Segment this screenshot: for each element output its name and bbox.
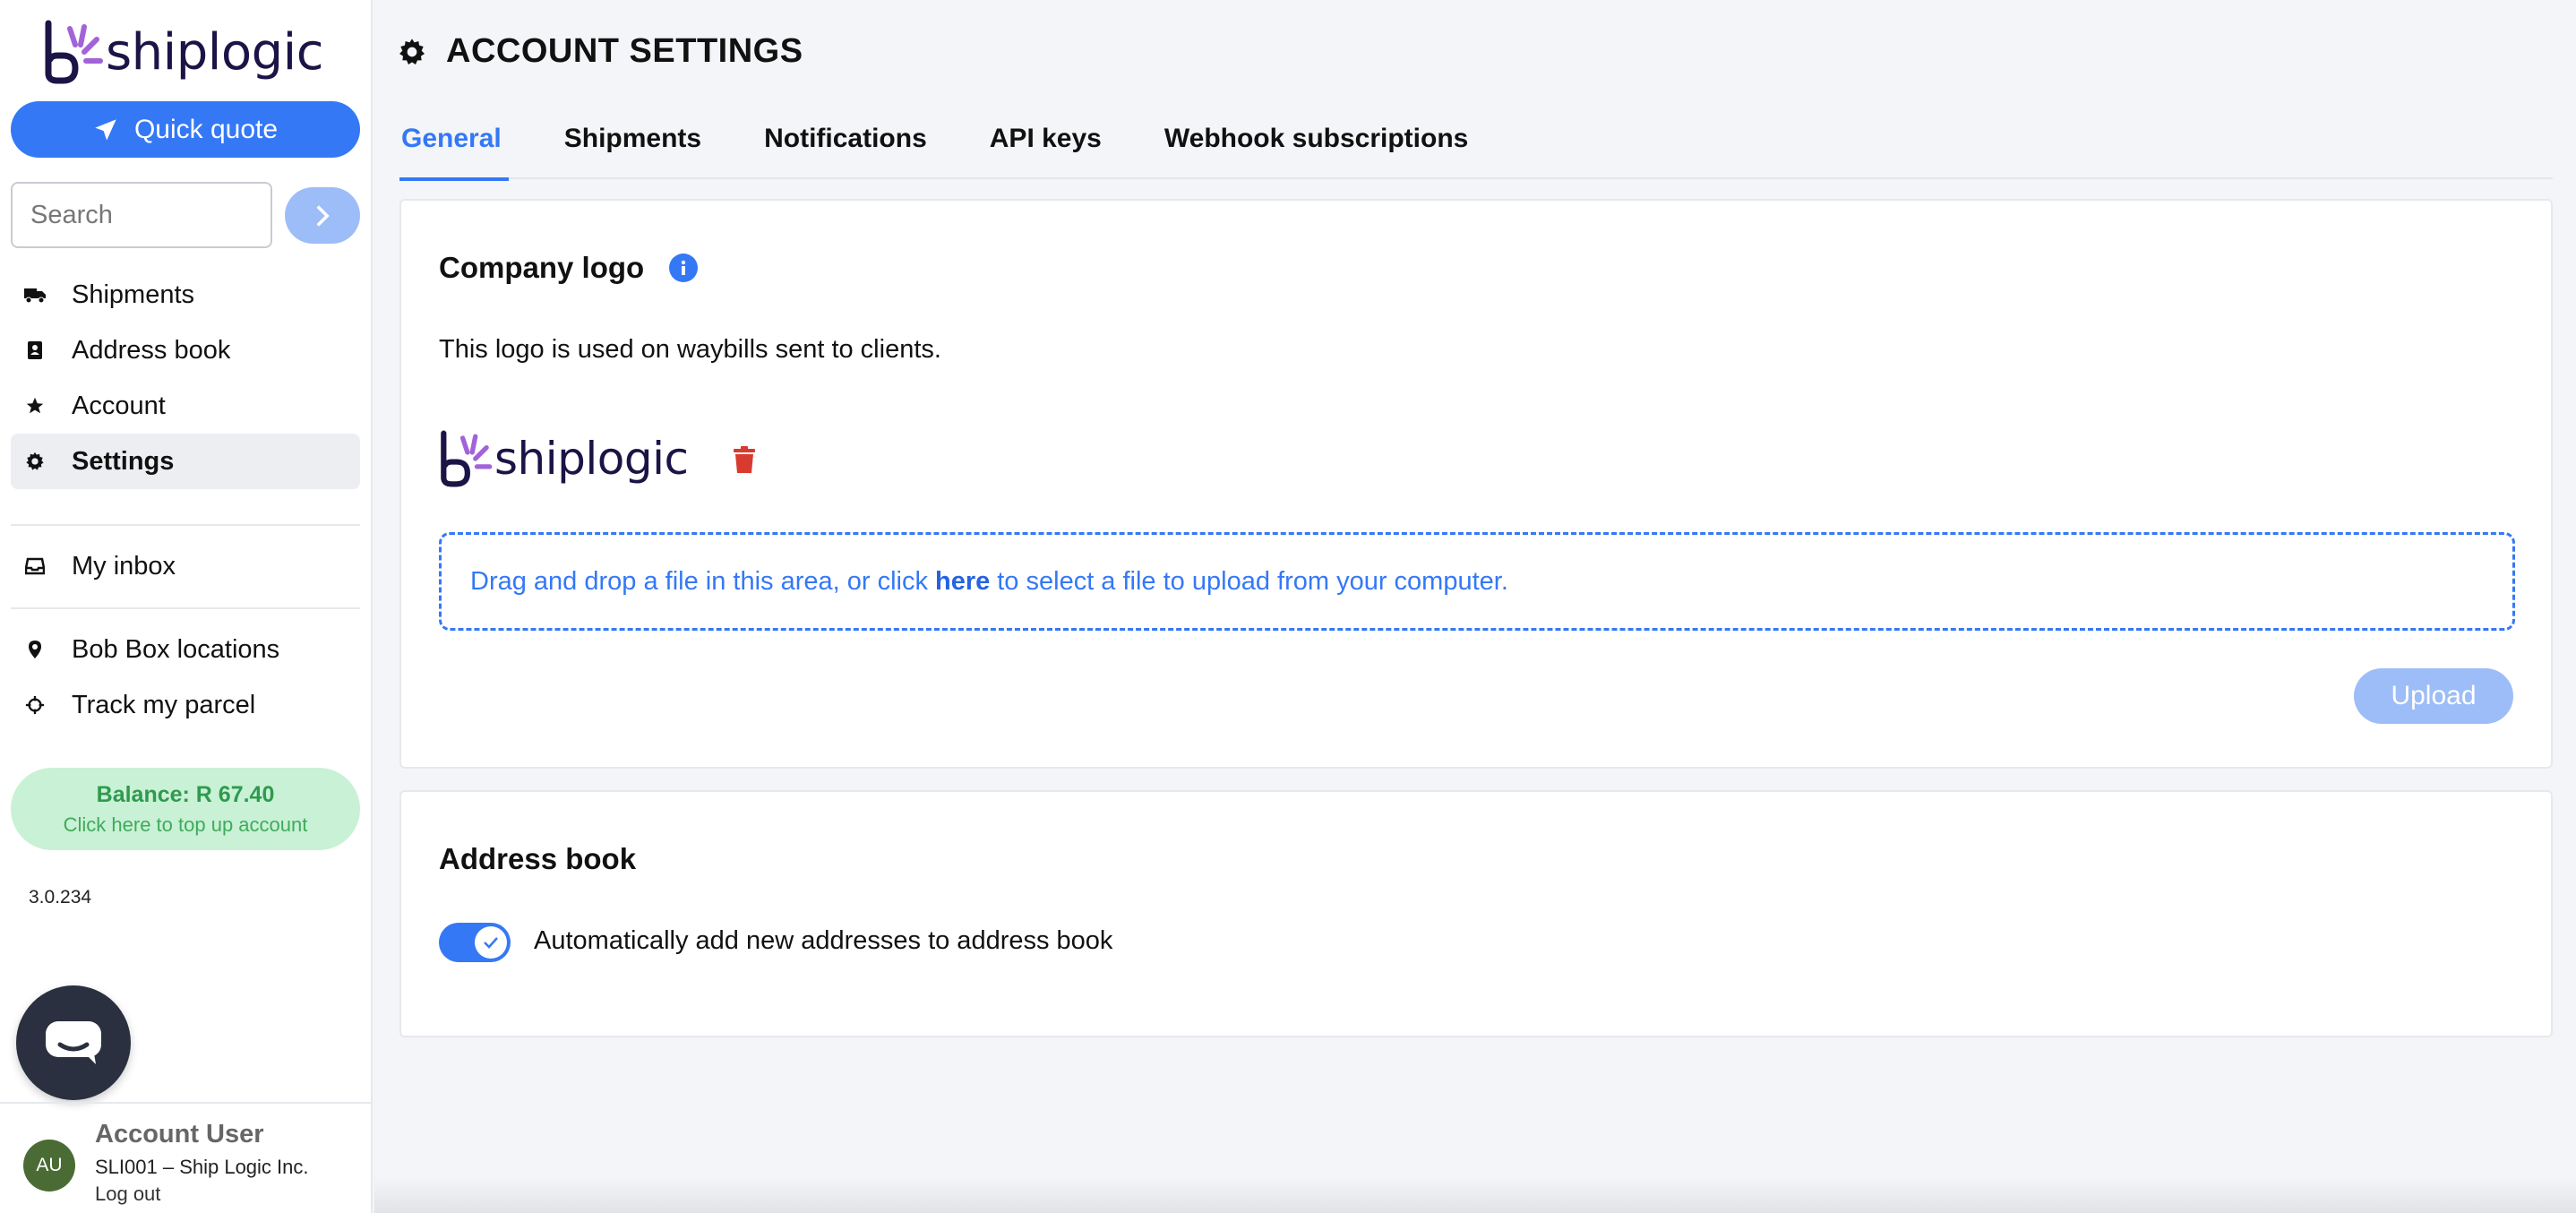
- shiplogic-logo[interactable]: shiplogic: [43, 16, 324, 88]
- divider: [11, 524, 360, 526]
- logo-mark-icon: [45, 20, 103, 84]
- sidebar-item-inbox[interactable]: My inbox: [11, 538, 360, 594]
- company-logo-heading: Company logo: [439, 251, 699, 285]
- sidebar-item-track-my-parcel[interactable]: Track my parcel: [11, 677, 360, 733]
- logo-wordmark: shiplogic: [494, 433, 689, 485]
- user-organization: SLI001 – Ship Logic Inc.: [95, 1156, 309, 1178]
- primary-nav: Shipments Address book Account Settings: [11, 267, 360, 489]
- sidebar-item-label: Settings: [72, 446, 175, 476]
- balance-badge[interactable]: Balance: R 67.40 Click here to top up ac…: [11, 768, 360, 850]
- user-name: Account User: [95, 1120, 264, 1148]
- sidebar-item-address-book[interactable]: Address book: [11, 323, 360, 378]
- inbox-nav: My inbox: [11, 538, 360, 594]
- tab-general[interactable]: General: [399, 106, 509, 181]
- dropzone-text: Drag and drop a file in this area, or cl…: [470, 566, 928, 596]
- chevron-right-icon: [316, 204, 330, 227]
- company-logo-card: Company logo This logo is used on waybil…: [399, 199, 2553, 769]
- logo-mark-icon: [441, 430, 493, 487]
- map-pin-icon: [29, 641, 41, 658]
- toggle-knob: [475, 926, 507, 959]
- logout-link[interactable]: Log out: [95, 1183, 160, 1206]
- sidebar: shiplogic Quick quote Shipments Address …: [0, 0, 373, 1213]
- inbox-icon: [25, 557, 45, 575]
- address-book-card: Address book Automatically add new addre…: [399, 790, 2553, 1037]
- toggle-label: Automatically add new addresses to addre…: [534, 926, 1113, 955]
- tab-webhook-subscriptions[interactable]: Webhook subscriptions: [1164, 106, 1468, 179]
- chat-icon: [46, 1021, 101, 1064]
- sidebar-item-label: Shipments: [72, 280, 195, 309]
- address-book-heading: Address book: [439, 842, 636, 876]
- check-icon: [484, 937, 498, 949]
- sidebar-item-label: Bob Box locations: [72, 634, 280, 664]
- tab-api-keys[interactable]: API keys: [990, 106, 1102, 179]
- star-icon: [26, 397, 44, 414]
- chat-widget-button[interactable]: [16, 985, 131, 1100]
- secondary-nav: Bob Box locations Track my parcel: [11, 622, 360, 733]
- crosshair-icon: [25, 695, 45, 715]
- sidebar-item-label: Track my parcel: [72, 690, 256, 719]
- page-title-text: ACCOUNT SETTINGS: [446, 32, 803, 70]
- sidebar-item-label: Address book: [72, 335, 231, 365]
- sidebar-item-account[interactable]: Account: [11, 378, 360, 434]
- file-dropzone[interactable]: Drag and drop a file in this area, or cl…: [439, 532, 2515, 631]
- card-title: Address book: [439, 842, 637, 875]
- truck-icon: [24, 288, 46, 304]
- search-submit-button[interactable]: [285, 187, 360, 244]
- sidebar-item-label: Account: [72, 391, 166, 420]
- gear-icon: [26, 452, 44, 470]
- app-version: 3.0.234: [29, 887, 92, 908]
- card-title: Company logo: [439, 251, 645, 284]
- tab-shipments[interactable]: Shipments: [564, 106, 701, 179]
- page-title: ACCOUNT SETTINGS: [398, 32, 803, 71]
- dropzone-select-link[interactable]: here: [935, 567, 990, 597]
- bottom-shadow: [374, 1177, 2576, 1213]
- user-panel: AU Account User SLI001 – Ship Logic Inc.…: [0, 1102, 373, 1213]
- gear-icon: [399, 38, 425, 65]
- main-content: ACCOUNT SETTINGS General Shipments Notif…: [374, 0, 2576, 1213]
- search-box[interactable]: [11, 182, 368, 248]
- top-up-link: Click here to top up account: [63, 813, 308, 836]
- paper-plane-icon: [95, 118, 116, 141]
- sidebar-item-label: My inbox: [72, 551, 176, 581]
- trash-icon[interactable]: [733, 445, 756, 474]
- sidebar-item-shipments[interactable]: Shipments: [11, 267, 360, 323]
- address-book-icon: [28, 341, 42, 359]
- quick-quote-label: Quick quote: [133, 114, 279, 144]
- info-icon[interactable]: [669, 254, 699, 282]
- upload-button[interactable]: Upload: [2354, 668, 2513, 724]
- dropzone-text: to select a file to upload from your com…: [997, 566, 1508, 596]
- logo-wordmark: shiplogic: [106, 22, 324, 82]
- avatar[interactable]: AU: [23, 1140, 75, 1191]
- balance-amount: Balance: R 67.40: [96, 781, 275, 807]
- tab-notifications[interactable]: Notifications: [764, 106, 927, 179]
- company-logo-description: This logo is used on waybills sent to cl…: [439, 335, 941, 364]
- company-logo-preview: shiplogic: [439, 429, 689, 488]
- sidebar-item-bob-box-locations[interactable]: Bob Box locations: [11, 622, 360, 677]
- sidebar-item-settings[interactable]: Settings: [11, 434, 360, 489]
- settings-tabs: General Shipments Notifications API keys…: [399, 106, 2553, 181]
- quick-quote-button[interactable]: Quick quote: [11, 101, 360, 158]
- divider: [11, 607, 360, 609]
- auto-add-addresses-toggle[interactable]: [439, 923, 511, 962]
